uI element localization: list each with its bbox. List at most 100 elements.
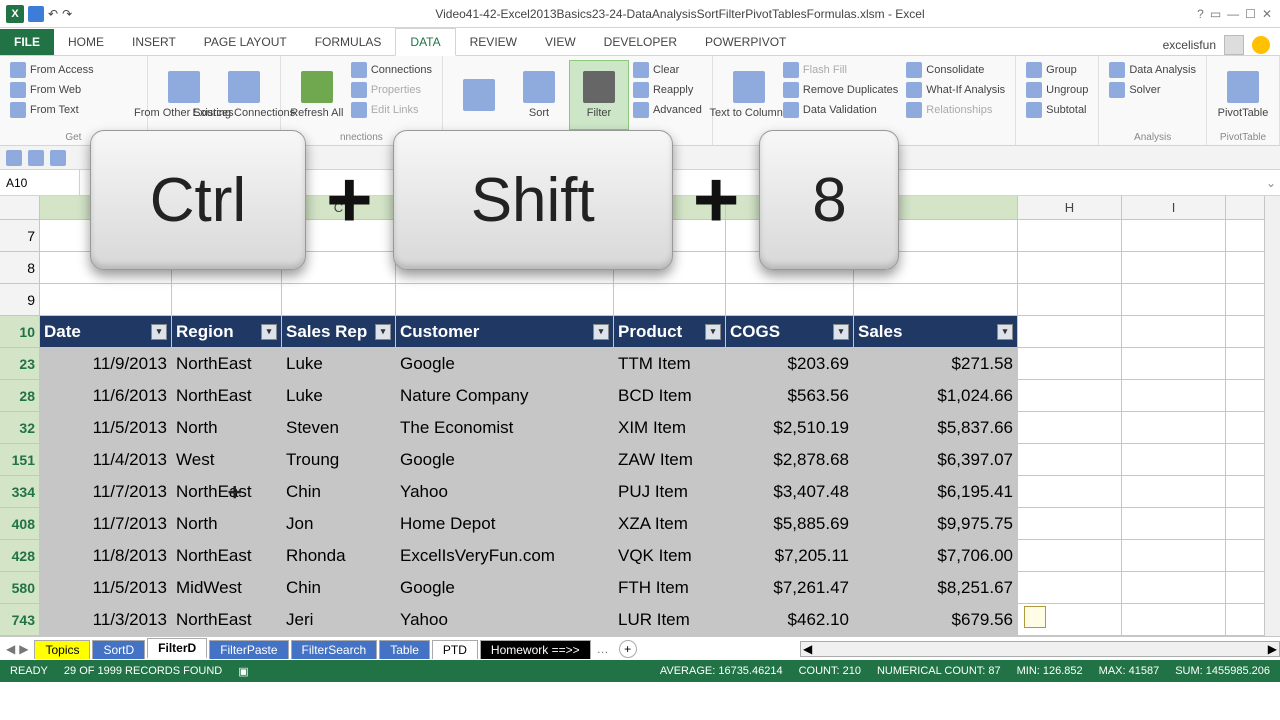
cell[interactable] [1018,252,1122,283]
filter-dropdown-icon[interactable]: ▾ [151,324,167,340]
cell-product[interactable]: XZA Item [614,508,726,539]
cell[interactable] [1122,572,1226,603]
what-if-button[interactable]: What-If Analysis [902,80,1009,100]
cell-region[interactable]: North [172,508,282,539]
cell[interactable] [1018,284,1122,315]
cell-sales[interactable]: $8,251.67 [854,572,1018,603]
tab-insert[interactable]: INSERT [118,29,190,55]
tab-view[interactable]: VIEW [531,29,590,55]
cell-region[interactable]: NorthEast [172,540,282,571]
account-name[interactable]: excelisfun [1163,38,1216,52]
cell[interactable] [1122,444,1226,475]
row-header[interactable]: 580 [0,572,40,603]
row-header[interactable]: 743 [0,604,40,635]
tab-developer[interactable]: DEVELOPER [590,29,691,55]
solver-button[interactable]: Solver [1105,80,1200,100]
cell-sales[interactable]: $1,024.66 [854,380,1018,411]
cell[interactable] [1018,220,1122,251]
cell-rep[interactable]: Jeri [282,604,396,635]
row-header[interactable]: 28 [0,380,40,411]
cell-product[interactable]: ZAW Item [614,444,726,475]
from-text-button[interactable]: From Text [6,100,141,120]
smiley-icon[interactable] [1252,36,1270,54]
cell-sales[interactable]: $679.56 [854,604,1018,635]
sheet-tab[interactable]: FilterPaste [209,640,288,659]
advanced-button[interactable]: Advanced [629,100,706,120]
filter-dropdown-icon[interactable]: ▾ [593,324,609,340]
filter-dropdown-icon[interactable]: ▾ [375,324,391,340]
minimize-icon[interactable]: — [1227,7,1239,21]
cell[interactable] [1018,380,1122,411]
cell[interactable] [1018,316,1122,347]
help-icon[interactable]: ? [1197,7,1204,21]
cell[interactable] [1122,604,1226,635]
table-header-cell[interactable]: Product▾ [614,316,726,347]
filter-dropdown-icon[interactable]: ▾ [705,324,721,340]
cell-product[interactable]: FTH Item [614,572,726,603]
cell-date[interactable]: 11/7/2013 [40,508,172,539]
cell-sales[interactable]: $6,195.41 [854,476,1018,507]
sheet-tab[interactable]: FilterSearch [291,640,378,659]
cell-product[interactable]: XIM Item [614,412,726,443]
clear-button[interactable]: Clear [629,60,706,80]
cell-cogs[interactable]: $3,407.48 [726,476,854,507]
data-validation-button[interactable]: Data Validation [779,100,902,120]
sort-az-button[interactable] [449,60,509,130]
cell-product[interactable]: VQK Item [614,540,726,571]
data-analysis-button[interactable]: Data Analysis [1105,60,1200,80]
name-box[interactable]: A10 [0,170,80,195]
cell-rep[interactable]: Luke [282,380,396,411]
cell[interactable] [1018,444,1122,475]
group-button[interactable]: Group [1022,60,1092,80]
cell-customer[interactable]: The Economist [396,412,614,443]
cell-rep[interactable]: Rhonda [282,540,396,571]
undo-icon[interactable]: ↶ [48,7,58,21]
maximize-icon[interactable]: ☐ [1245,7,1256,21]
cell[interactable] [1018,412,1122,443]
from-other-sources-button[interactable]: From Other Sources [154,60,214,130]
table-header-cell[interactable]: COGS▾ [726,316,854,347]
expand-formula-icon[interactable]: ⌄ [1262,176,1280,190]
from-web-button[interactable]: From Web [6,80,141,100]
tab-page-layout[interactable]: PAGE LAYOUT [190,29,301,55]
row-header[interactable]: 428 [0,540,40,571]
cell-rep[interactable]: Chin [282,572,396,603]
cell-rep[interactable]: Chin [282,476,396,507]
cell[interactable] [1122,220,1226,251]
cell[interactable] [1018,476,1122,507]
cell-product[interactable]: TTM Item [614,348,726,379]
row-header[interactable]: 23 [0,348,40,379]
refresh-all-button[interactable]: Refresh All [287,60,347,130]
cell-date[interactable]: 11/7/2013 [40,476,172,507]
cell[interactable] [1018,572,1122,603]
row-header[interactable]: 32 [0,412,40,443]
save-icon[interactable] [28,6,44,22]
table-header-cell[interactable]: Sales Rep▾ [282,316,396,347]
cell-date[interactable]: 11/5/2013 [40,572,172,603]
from-access-button[interactable]: From Access [6,60,141,80]
tab-formulas[interactable]: FORMULAS [301,29,396,55]
row-header[interactable]: 334 [0,476,40,507]
cell[interactable] [1122,252,1226,283]
text-to-columns-button[interactable]: Text to Columns [719,60,779,130]
sheet-tab[interactable]: Homework ==>> [480,640,591,659]
pivottable-button[interactable]: PivotTable [1213,60,1273,130]
cell-region[interactable]: NorthEast [172,476,282,507]
remove-duplicates-button[interactable]: Remove Duplicates [779,80,902,100]
close-icon[interactable]: ✕ [1262,7,1272,21]
cell-product[interactable]: PUJ Item [614,476,726,507]
cell-rep[interactable]: Luke [282,348,396,379]
tab-home[interactable]: HOME [54,29,118,55]
add-sheet-button[interactable]: + [619,640,637,658]
row-header[interactable]: 7 [0,220,40,251]
cell[interactable] [1018,540,1122,571]
cell-cogs[interactable]: $2,510.19 [726,412,854,443]
cell-date[interactable]: 11/6/2013 [40,380,172,411]
table-header-cell[interactable]: Date▾ [40,316,172,347]
filter-dropdown-icon[interactable]: ▾ [833,324,849,340]
cell[interactable] [1122,476,1226,507]
tab-powerpivot[interactable]: POWERPIVOT [691,29,800,55]
filter-dropdown-icon[interactable]: ▾ [997,324,1013,340]
cell[interactable] [1122,284,1226,315]
sheet-tab[interactable]: PTD [432,640,478,659]
